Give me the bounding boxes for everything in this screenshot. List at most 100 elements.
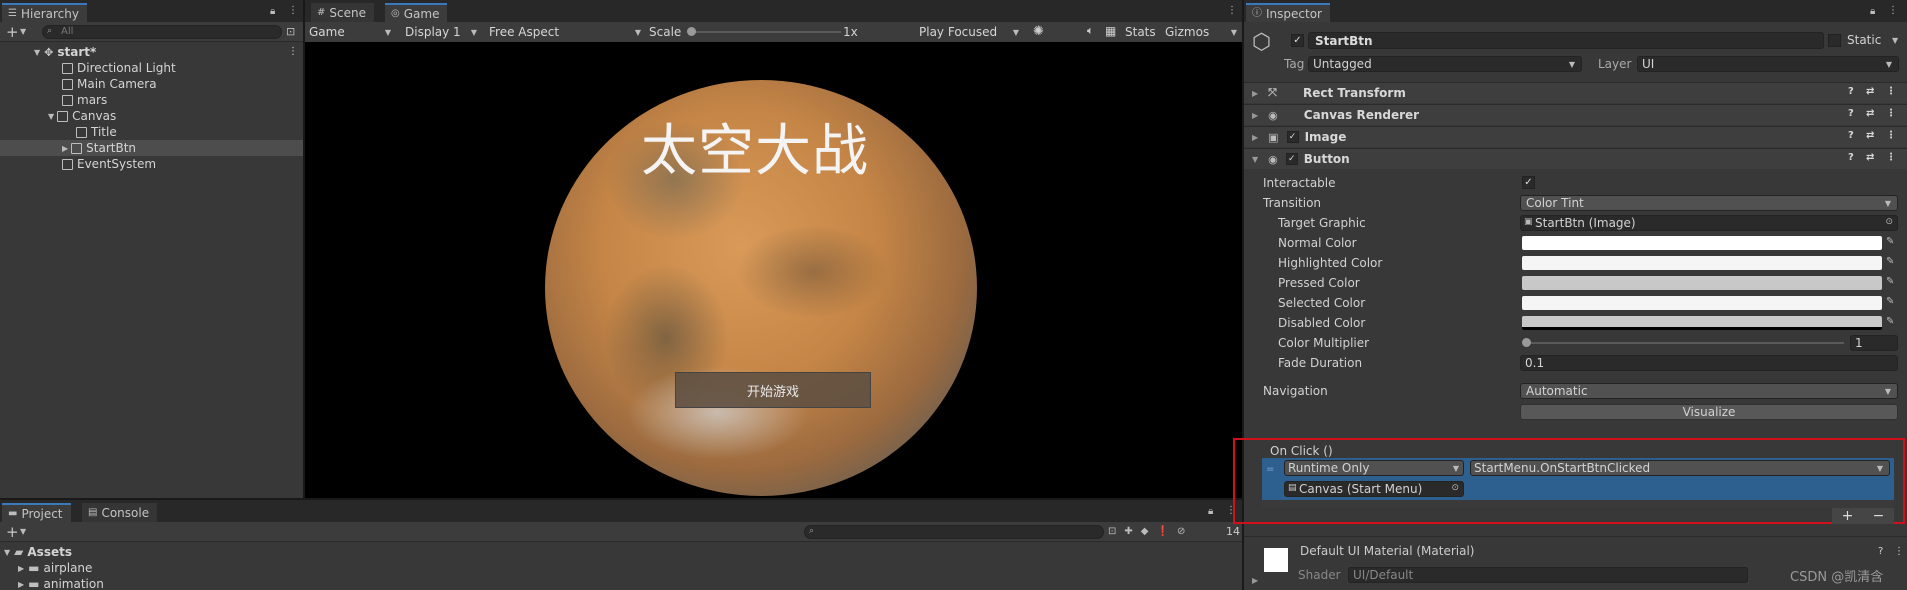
lock-icon[interactable]: 🔒︎	[1208, 507, 1213, 517]
help-icon[interactable]: ?	[1848, 108, 1854, 119]
runtime-dropdown[interactable]: Runtime Only ▼	[1284, 460, 1464, 476]
chevron-down-icon[interactable]: ▼	[20, 27, 26, 36]
scene-more-icon[interactable]: ⋮	[288, 46, 298, 57]
expand-arrow-icon[interactable]: ▼	[48, 112, 54, 121]
remove-event-button[interactable]: −	[1873, 508, 1885, 524]
chevron-down-icon[interactable]: ▼	[1892, 36, 1898, 45]
lock-icon[interactable]: 🔒︎	[1870, 7, 1875, 17]
aspect-dropdown[interactable]: Free Aspect ▼	[485, 23, 645, 41]
preset-icon[interactable]: ⇄	[1866, 152, 1874, 163]
more-menu-icon[interactable]: ⋮	[288, 6, 298, 16]
scale-slider-track[interactable]	[691, 31, 841, 33]
expand-arrow-icon[interactable]: ▼	[4, 548, 10, 557]
eyedropper-icon[interactable]: ✎	[1886, 276, 1894, 287]
eyedropper-icon[interactable]: ✎	[1886, 296, 1894, 307]
more-menu-icon[interactable]: ⋮	[1886, 86, 1896, 97]
help-icon[interactable]: ?	[1848, 152, 1854, 163]
display-grid-icon[interactable]: ▦	[1105, 24, 1116, 38]
warning-icon[interactable]: ❗	[1156, 526, 1168, 537]
object-picker-icon[interactable]: ⊙	[1451, 483, 1459, 493]
object-name-field[interactable]: StartBtn	[1308, 32, 1824, 49]
expand-arrow-icon[interactable]: ▼	[34, 48, 40, 57]
tab-inspector[interactable]: ⓘ Inspector	[1246, 3, 1330, 22]
help-icon[interactable]: ?	[1878, 546, 1883, 557]
layer-dropdown[interactable]: UI ▼	[1637, 56, 1899, 72]
preset-icon[interactable]: ⇄	[1866, 86, 1874, 97]
tab-scene[interactable]: # Scene	[311, 3, 374, 22]
help-icon[interactable]: ?	[1848, 86, 1854, 97]
scale-slider-thumb[interactable]	[687, 27, 696, 36]
component-button[interactable]: ▼ ◉ ✓ Button ? ⇄ ⋮	[1244, 148, 1907, 169]
more-menu-icon[interactable]: ⋮	[1227, 6, 1237, 16]
display-dropdown[interactable]: Display 1 ▼	[401, 23, 481, 41]
search-input[interactable]: ⌕ All	[42, 25, 282, 39]
expand-arrow-icon[interactable]: ▶	[1252, 576, 1258, 585]
preset-icon[interactable]: ⇄	[1866, 130, 1874, 141]
active-checkbox[interactable]: ✓	[1291, 34, 1304, 47]
onclick-event-row[interactable]: = Runtime Only ▼ StartMenu.OnStartBtnCli…	[1262, 458, 1894, 500]
visualize-button[interactable]: Visualize	[1520, 404, 1898, 420]
lock-icon[interactable]: 🔒︎	[270, 7, 275, 17]
component-rect-transform[interactable]: ▶ ⤧ Rect Transform ? ⇄ ⋮	[1244, 82, 1907, 103]
eyedropper-icon[interactable]: ✎	[1886, 236, 1894, 247]
more-menu-icon[interactable]: ⋮	[1894, 546, 1904, 557]
eyedropper-icon[interactable]: ✎	[1886, 256, 1894, 267]
fade-duration-field[interactable]: 0.1	[1520, 355, 1898, 371]
highlighted-color-swatch[interactable]	[1522, 256, 1882, 270]
game-viewport[interactable]: 太空大战 开始游戏	[305, 42, 1242, 498]
drag-handle-icon[interactable]: =	[1266, 464, 1274, 475]
search-by-type-icon[interactable]: ⊡	[1108, 526, 1116, 537]
target-object-field[interactable]: ▤ Canvas (Start Menu) ⊙	[1284, 481, 1464, 497]
hierarchy-scene-row[interactable]: ▼ ✥ start* ⋮	[0, 44, 300, 60]
transition-dropdown[interactable]: Color Tint ▼	[1520, 195, 1898, 211]
help-icon[interactable]: ?	[1848, 130, 1854, 141]
bug-icon[interactable]: ✺	[1033, 24, 1044, 39]
chevron-down-icon[interactable]: ▼	[20, 527, 26, 536]
filter-icon[interactable]: ✚	[1124, 526, 1132, 537]
shader-dropdown[interactable]: UI/Default	[1348, 567, 1748, 583]
preset-icon[interactable]: ⇄	[1866, 108, 1874, 119]
tab-game[interactable]: ◎ Game	[385, 3, 448, 22]
component-canvas-renderer[interactable]: ▶ ◉ Canvas Renderer ? ⇄ ⋮	[1244, 104, 1907, 125]
color-multiplier-slider-track[interactable]	[1526, 342, 1844, 344]
navigation-dropdown[interactable]: Automatic ▼	[1520, 383, 1898, 399]
add-icon[interactable]: +	[6, 523, 19, 541]
disabled-color-swatch[interactable]	[1522, 316, 1882, 330]
more-menu-icon[interactable]: ⋮	[1886, 152, 1896, 163]
start-game-button[interactable]: 开始游戏	[675, 372, 871, 408]
expand-arrow-icon[interactable]: ▶	[62, 144, 68, 153]
tag-dropdown[interactable]: Untagged ▼	[1308, 56, 1582, 72]
static-checkbox[interactable]	[1828, 34, 1841, 47]
normal-color-swatch[interactable]	[1522, 236, 1882, 250]
color-multiplier-field[interactable]: 1	[1850, 335, 1898, 351]
stats-button[interactable]: Stats	[1125, 25, 1156, 39]
component-image[interactable]: ▶ ▣ ✓ Image ? ⇄ ⋮	[1244, 126, 1907, 147]
add-icon[interactable]: +	[6, 23, 19, 41]
expand-arrow-icon[interactable]: ▶	[18, 580, 24, 589]
project-tree-item[interactable]: ▶ ▬ airplane	[18, 560, 318, 576]
eyedropper-icon[interactable]: ✎	[1886, 316, 1894, 327]
enabled-checkbox[interactable]: ✓	[1285, 153, 1298, 165]
enabled-checkbox[interactable]: ✓	[1286, 131, 1299, 143]
search-filter-icon[interactable]: ⊡	[286, 25, 295, 38]
game-mode-dropdown[interactable]: Game ▼	[305, 23, 395, 41]
selected-color-swatch[interactable]	[1522, 296, 1882, 310]
add-event-button[interactable]: +	[1842, 508, 1854, 524]
more-menu-icon[interactable]: ⋮	[1886, 108, 1896, 119]
target-graphic-field[interactable]: ▣ StartBtn (Image) ⊙	[1520, 215, 1898, 231]
project-tree-item[interactable]: ▼ ▰ Assets	[4, 544, 304, 560]
interactable-checkbox[interactable]: ✓	[1522, 176, 1535, 189]
hierarchy-item[interactable]: ▼ Canvas	[48, 108, 348, 124]
tab-console[interactable]: ▤ Console	[82, 503, 158, 522]
hidden-eye-icon[interactable]: ⊘	[1177, 526, 1185, 537]
color-multiplier-slider-thumb[interactable]	[1522, 338, 1531, 347]
gizmos-dropdown[interactable]: Gizmos ▼	[1161, 23, 1241, 41]
pressed-color-swatch[interactable]	[1522, 276, 1882, 290]
more-menu-icon[interactable]: ⋮	[1888, 6, 1898, 16]
label-icon[interactable]: ◆	[1141, 526, 1149, 537]
audio-icon[interactable]: 🔈︎	[1087, 24, 1094, 38]
project-search-input[interactable]: ⌕	[804, 525, 1104, 539]
function-dropdown[interactable]: StartMenu.OnStartBtnClicked ▼	[1470, 460, 1890, 476]
tab-hierarchy[interactable]: ☰ Hierarchy	[2, 3, 87, 22]
play-mode-dropdown[interactable]: Play Focused ▼	[915, 23, 1023, 41]
